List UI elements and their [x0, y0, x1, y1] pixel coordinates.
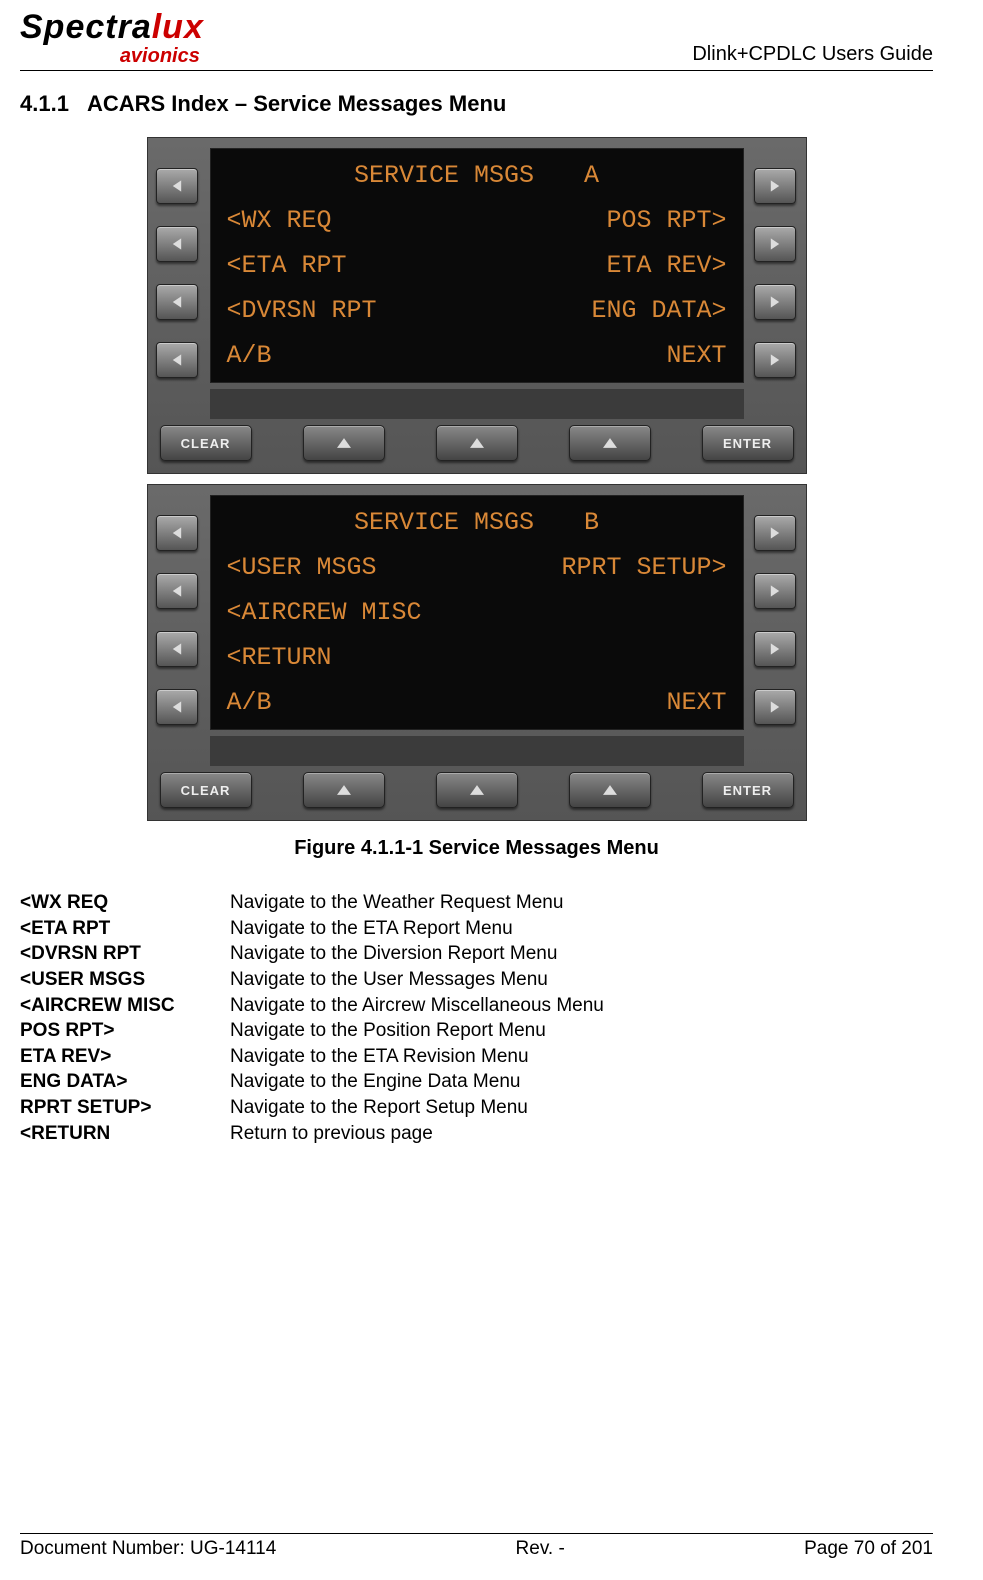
up-button[interactable] — [569, 425, 651, 461]
desc-val: Navigate to the ETA Report Menu — [230, 916, 513, 942]
row-left: <RETURN — [227, 645, 332, 670]
section-heading: ACARS Index – Service Messages Menu — [87, 91, 506, 116]
logo-sub: avionics — [20, 46, 204, 66]
lsk-button[interactable] — [156, 631, 198, 667]
revision: Rev. - — [516, 1538, 565, 1560]
rsk-button[interactable] — [754, 515, 796, 551]
desc-key: <DVRSN RPT — [20, 941, 230, 967]
row-right: POS RPT> — [606, 208, 726, 233]
up-button[interactable] — [436, 772, 518, 808]
desc-val: Navigate to the ETA Revision Menu — [230, 1044, 529, 1070]
section-number: 4.1.1 — [20, 91, 69, 116]
desc-val: Navigate to the User Messages Menu — [230, 967, 548, 993]
figure-caption: Figure 4.1.1-1 Service Messages Menu — [294, 837, 659, 860]
desc-key: POS RPT> — [20, 1018, 230, 1044]
logo-text-a: Spectra — [20, 8, 152, 46]
row-left: <ETA RPT — [227, 253, 347, 278]
clear-button[interactable]: CLEAR — [160, 425, 252, 461]
lsk-button[interactable] — [156, 284, 198, 320]
screen-title: SERVICE MSGS — [354, 510, 534, 535]
lsk-button[interactable] — [156, 573, 198, 609]
enter-button[interactable]: ENTER — [702, 772, 794, 808]
logo-text-b: lux — [152, 8, 204, 46]
row-left: <WX REQ — [227, 208, 332, 233]
desc-key: ENG DATA> — [20, 1069, 230, 1095]
page-header: Spectralux avionics Dlink+CPDLC Users Gu… — [20, 10, 933, 71]
desc-key: ETA REV> — [20, 1044, 230, 1070]
desc-key: <RETURN — [20, 1121, 230, 1147]
lsk-button[interactable] — [156, 689, 198, 725]
right-softkeys — [746, 138, 806, 419]
lsk-button[interactable] — [156, 168, 198, 204]
desc-val: Navigate to the Position Report Menu — [230, 1018, 546, 1044]
lsk-button[interactable] — [156, 226, 198, 262]
logo: Spectralux avionics — [20, 10, 204, 66]
page-number: Page 70 of 201 — [804, 1538, 933, 1560]
desc-val: Navigate to the Report Setup Menu — [230, 1095, 528, 1121]
right-softkeys — [746, 485, 806, 766]
desc-val: Return to previous page — [230, 1121, 433, 1147]
section-title: 4.1.1 ACARS Index – Service Messages Menu — [20, 91, 933, 117]
desc-key: <ETA RPT — [20, 916, 230, 942]
desc-val: Navigate to the Weather Request Menu — [230, 890, 563, 916]
up-button[interactable] — [303, 425, 385, 461]
row-left: A/B — [227, 343, 272, 368]
row-right: ENG DATA> — [591, 298, 726, 323]
screen: SERVICE MSGS A <WX REQ POS RPT> <ETA RPT E… — [210, 148, 744, 383]
guide-name: Dlink+CPDLC Users Guide — [692, 43, 933, 66]
desc-val: Navigate to the Aircrew Miscellaneous Me… — [230, 993, 604, 1019]
row-left: <DVRSN RPT — [227, 298, 377, 323]
rsk-button[interactable] — [754, 226, 796, 262]
left-softkeys — [148, 485, 208, 766]
enter-button[interactable]: ENTER — [702, 425, 794, 461]
description-list: <WX REQNavigate to the Weather Request M… — [20, 890, 933, 1146]
left-softkeys — [148, 138, 208, 419]
up-button[interactable] — [303, 772, 385, 808]
row-right: NEXT — [666, 690, 726, 715]
screen-page: A — [584, 163, 599, 188]
desc-key: <AIRCREW MISC — [20, 993, 230, 1019]
lsk-button[interactable] — [156, 515, 198, 551]
up-button[interactable] — [436, 425, 518, 461]
rsk-button[interactable] — [754, 689, 796, 725]
device-panel: SERVICE MSGS B <USER MSGS RPRT SETUP> <AI… — [147, 484, 807, 821]
rsk-button[interactable] — [754, 573, 796, 609]
rsk-button[interactable] — [754, 168, 796, 204]
screen-title: SERVICE MSGS — [354, 163, 534, 188]
rsk-button[interactable] — [754, 284, 796, 320]
doc-number: Document Number: UG-14114 — [20, 1538, 276, 1560]
desc-key: <USER MSGS — [20, 967, 230, 993]
row-left: <USER MSGS — [227, 555, 377, 580]
desc-val: Navigate to the Engine Data Menu — [230, 1069, 520, 1095]
row-right: ETA REV> — [606, 253, 726, 278]
up-button[interactable] — [569, 772, 651, 808]
desc-val: Navigate to the Diversion Report Menu — [230, 941, 557, 967]
clear-button[interactable]: CLEAR — [160, 772, 252, 808]
page-footer: Document Number: UG-14114 Rev. - Page 70… — [20, 1533, 933, 1560]
row-right: RPRT SETUP> — [561, 555, 726, 580]
lsk-button[interactable] — [156, 342, 198, 378]
desc-key: RPRT SETUP> — [20, 1095, 230, 1121]
rsk-button[interactable] — [754, 342, 796, 378]
rsk-button[interactable] — [754, 631, 796, 667]
row-left: <AIRCREW MISC — [227, 600, 422, 625]
screen-page: B — [584, 510, 599, 535]
row-left: A/B — [227, 690, 272, 715]
device-panel: SERVICE MSGS A <WX REQ POS RPT> <ETA RPT E… — [147, 137, 807, 474]
screen: SERVICE MSGS B <USER MSGS RPRT SETUP> <AI… — [210, 495, 744, 730]
desc-key: <WX REQ — [20, 890, 230, 916]
row-right: NEXT — [666, 343, 726, 368]
